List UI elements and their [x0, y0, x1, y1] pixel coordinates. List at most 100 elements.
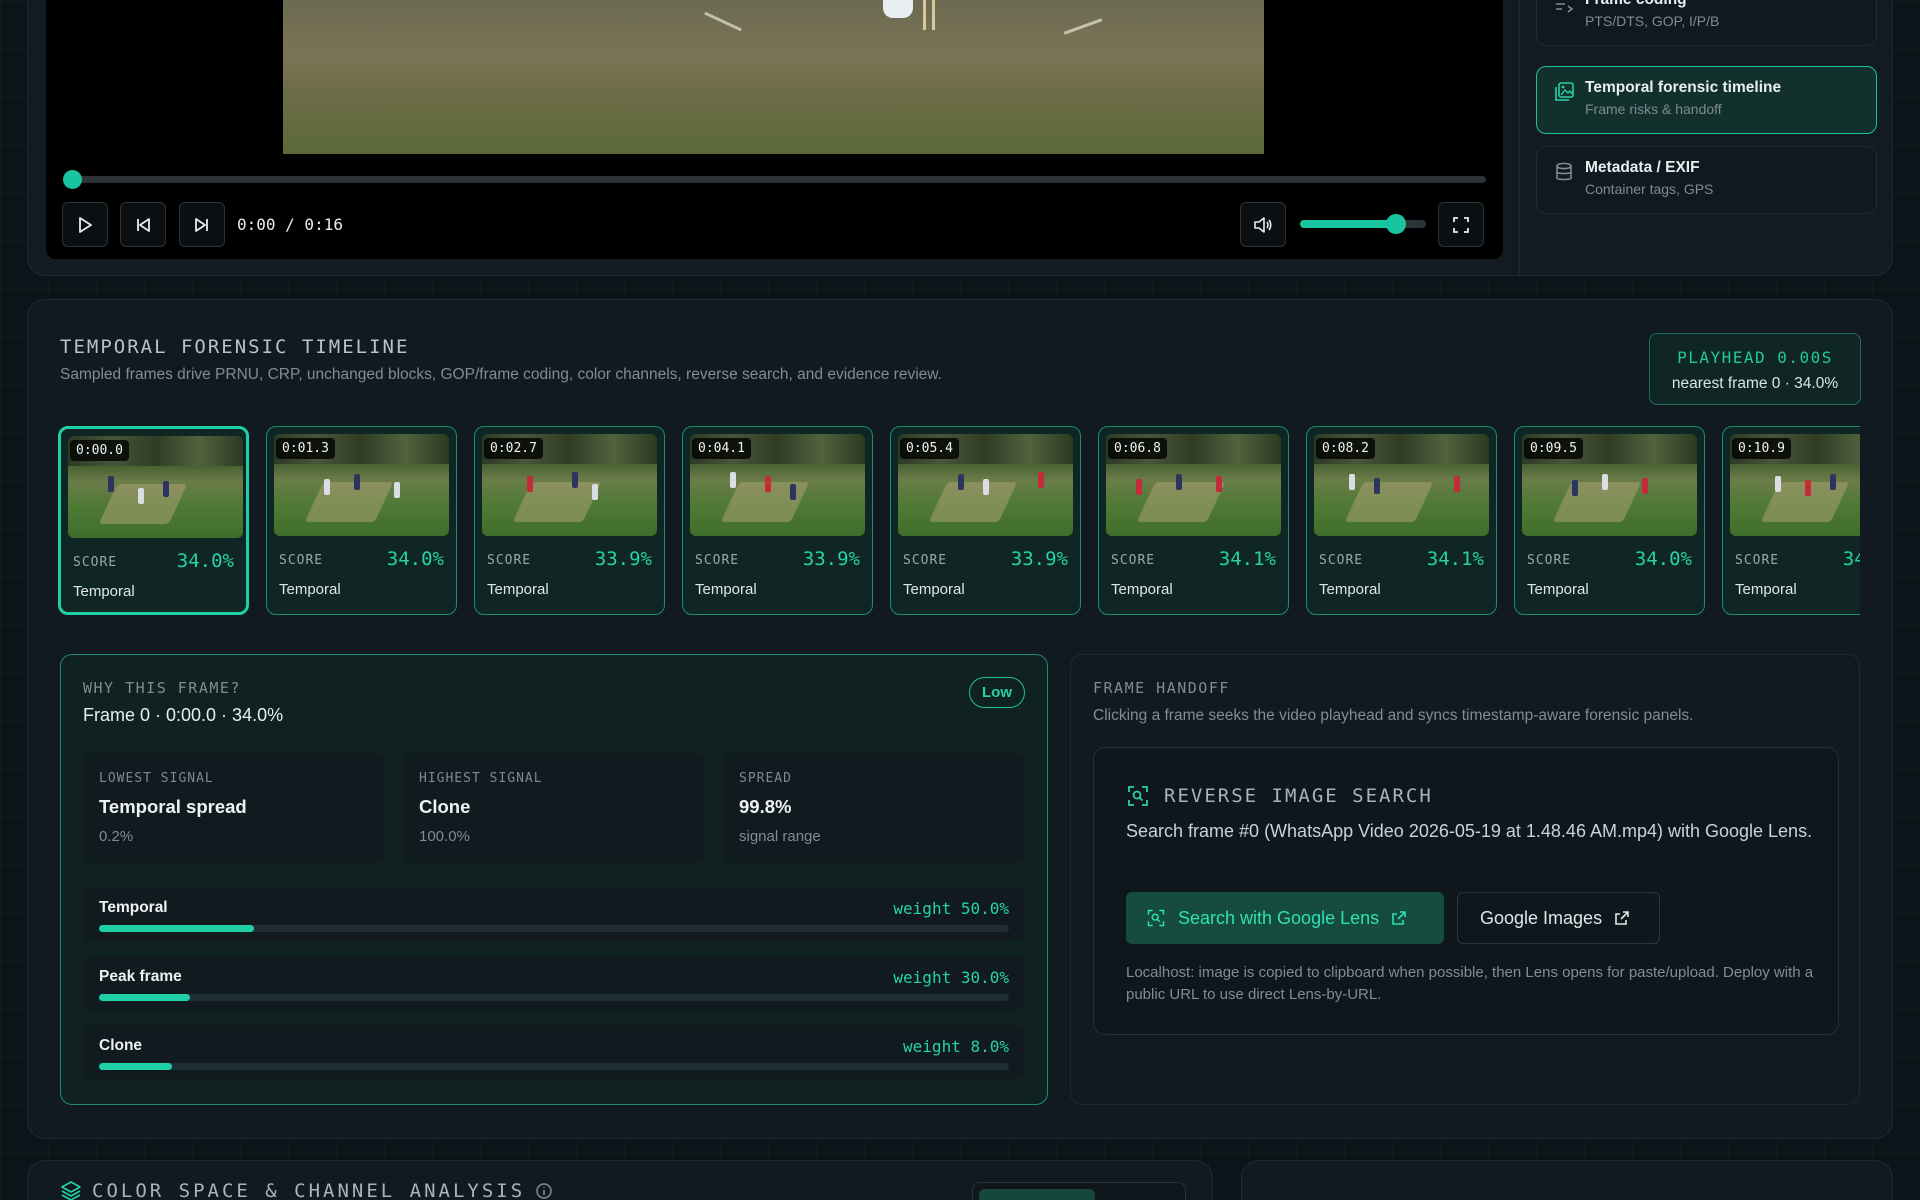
- play-button[interactable]: [62, 202, 108, 247]
- frame-timestamp: 0:10.9: [1732, 438, 1791, 459]
- frame-timestamp: 0:06.8: [1108, 438, 1167, 459]
- layers-icon: [61, 1181, 81, 1200]
- frame-score: 34.0%: [1842, 548, 1860, 570]
- frame-score-label: SCORE: [279, 553, 324, 568]
- weight-track: [99, 994, 1009, 1001]
- sidebar-item-metadata-exif[interactable]: Metadata / EXIF Container tags, GPS: [1536, 146, 1877, 214]
- risk-badge: Low: [969, 677, 1025, 708]
- right-bottom-panel: [1241, 1160, 1893, 1200]
- frame-score-label: SCORE: [1319, 553, 1364, 568]
- frame-strip[interactable]: 0:00.0 SCORE 34.0% Temporal 0:01.3 SCORE 34.0%…: [58, 425, 1860, 619]
- image-gallery-icon: [1555, 82, 1574, 101]
- volume-slider[interactable]: [1300, 214, 1426, 234]
- next-frame-button[interactable]: [179, 202, 225, 247]
- signal-sub: signal range: [739, 828, 821, 845]
- segment-active[interactable]: [979, 1189, 1095, 1200]
- frame-kind: Temporal: [695, 581, 757, 598]
- signal-value: Clone: [419, 796, 471, 817]
- google-images-button[interactable]: Google Images: [1457, 892, 1660, 944]
- database-icon: [1556, 162, 1572, 181]
- channel-segmented-control[interactable]: [972, 1182, 1186, 1200]
- volume-icon: [1254, 216, 1272, 233]
- weight-fill: [99, 994, 190, 1001]
- signal-sub: 100.0%: [419, 828, 470, 845]
- google-images-label: Google Images: [1480, 907, 1603, 928]
- why-title: Frame 0 · 0:00.0 · 34.0%: [83, 705, 284, 725]
- reverse-search-note: Localhost: image is copied to clipboard …: [1126, 964, 1814, 1003]
- signal-card-highest: HIGHEST SIGNAL Clone 100.0%: [403, 753, 705, 863]
- time-display: 0:00 / 0:16: [237, 215, 343, 234]
- playhead-indicator: PLAYHEAD 0.00S nearest frame 0 · 34.0%: [1649, 333, 1861, 405]
- weight-row-peak-frame: Peak frame weight 30.0%: [83, 956, 1025, 1010]
- frame-kind: Temporal: [73, 583, 135, 600]
- signal-card-spread: SPREAD 99.8% signal range: [723, 753, 1025, 863]
- frame-score: 33.9%: [1010, 548, 1068, 570]
- sidebar-item-temporal-forensic-timeline[interactable]: Temporal forensic timeline Frame risks &…: [1536, 66, 1877, 134]
- frame-kind: Temporal: [1735, 581, 1797, 598]
- reverse-image-search-text: Search frame #0 (WhatsApp Video 2026-05-…: [1126, 821, 1813, 841]
- weight-track: [99, 1063, 1009, 1070]
- frame-card[interactable]: 0:00.0 SCORE 34.0% Temporal: [58, 426, 249, 615]
- seek-bar[interactable]: [63, 170, 1486, 189]
- sidebar-item-frame-coding[interactable]: Frame coding PTS/DTS, GOP, I/P/B: [1536, 0, 1877, 46]
- frame-score-label: SCORE: [903, 553, 948, 568]
- mute-button[interactable]: [1240, 202, 1286, 247]
- volume-thumb[interactable]: [1386, 214, 1406, 234]
- fullscreen-button[interactable]: [1438, 202, 1484, 247]
- frame-timestamp: 0:01.3: [276, 438, 335, 459]
- frame-timestamp: 0:09.5: [1524, 438, 1583, 459]
- playhead-label: PLAYHEAD 0.00S: [1677, 348, 1833, 367]
- signal-card-lowest: LOWEST SIGNAL Temporal spread 0.2%: [83, 753, 385, 863]
- volume-fill: [1300, 220, 1396, 228]
- frame-score-label: SCORE: [1527, 553, 1572, 568]
- weight-fill: [99, 925, 254, 932]
- previous-frame-button[interactable]: [120, 202, 166, 247]
- seek-thumb[interactable]: [63, 170, 82, 189]
- signal-key: SPREAD: [739, 771, 792, 786]
- weight-name: Temporal: [99, 899, 168, 916]
- signal-key: HIGHEST SIGNAL: [419, 771, 543, 786]
- frame-timestamp: 0:02.7: [484, 438, 543, 459]
- signal-value: 99.8%: [739, 796, 792, 817]
- sidebar-item-subtitle: PTS/DTS, GOP, I/P/B: [1585, 13, 1720, 29]
- sidebar-divider: [1519, 0, 1520, 276]
- frame-card[interactable]: 0:10.9 SCORE 34.0% Temporal: [1722, 426, 1860, 615]
- weight-value: weight 30.0%: [893, 968, 1009, 987]
- fullscreen-icon: [1453, 216, 1469, 233]
- frame-score: 34.0%: [1634, 548, 1692, 570]
- frame-kind: Temporal: [279, 581, 341, 598]
- weight-row-clone: Clone weight 8.0%: [83, 1025, 1025, 1079]
- frame-kind: Temporal: [1319, 581, 1381, 598]
- frame-score-label: SCORE: [73, 555, 118, 570]
- external-link-icon: [1615, 911, 1629, 925]
- frame-score: 34.1%: [1426, 548, 1484, 570]
- frame-timestamp: 0:00.0: [70, 440, 129, 461]
- frame-score: 34.1%: [1218, 548, 1276, 570]
- section-title: TEMPORAL FORENSIC TIMELINE: [60, 336, 410, 358]
- reverse-image-search-title: REVERSE IMAGE SEARCH: [1164, 785, 1433, 807]
- frame-card[interactable]: 0:06.8 SCORE 34.1% Temporal: [1098, 426, 1289, 615]
- frame-score: 34.0%: [176, 550, 234, 572]
- frame-score-label: SCORE: [1111, 553, 1156, 568]
- info-icon[interactable]: [535, 1182, 553, 1200]
- sidebar-item-subtitle: Container tags, GPS: [1585, 181, 1714, 197]
- frame-card[interactable]: 0:04.1 SCORE 33.9% Temporal: [682, 426, 873, 615]
- frame-card[interactable]: 0:08.2 SCORE 34.1% Temporal: [1306, 426, 1497, 615]
- color-space-title: COLOR SPACE & CHANNEL ANALYSIS: [92, 1180, 526, 1200]
- scan-search-icon: [1147, 909, 1165, 927]
- frame-card[interactable]: 0:05.4 SCORE 33.9% Temporal: [890, 426, 1081, 615]
- weight-track: [99, 925, 1009, 932]
- frame-card[interactable]: 0:09.5 SCORE 34.0% Temporal: [1514, 426, 1705, 615]
- frame-timestamp: 0:04.1: [692, 438, 751, 459]
- frame-score-label: SCORE: [695, 553, 740, 568]
- weight-fill: [99, 1063, 172, 1070]
- frame-card[interactable]: 0:02.7 SCORE 33.9% Temporal: [474, 426, 665, 615]
- frame-card[interactable]: 0:01.3 SCORE 34.0% Temporal: [266, 426, 457, 615]
- weight-name: Peak frame: [99, 968, 182, 985]
- frame-score-label: SCORE: [487, 553, 532, 568]
- sidebar-item-title: Frame coding: [1585, 0, 1864, 9]
- frame-handoff-panel: FRAME HANDOFF Clicking a frame seeks the…: [1070, 654, 1860, 1105]
- external-link-icon: [1392, 911, 1406, 925]
- search-google-lens-button[interactable]: Search with Google Lens: [1126, 892, 1444, 944]
- why-this-frame-panel: WHY THIS FRAME? Frame 0 · 0:00.0 · 34.0%…: [60, 654, 1048, 1105]
